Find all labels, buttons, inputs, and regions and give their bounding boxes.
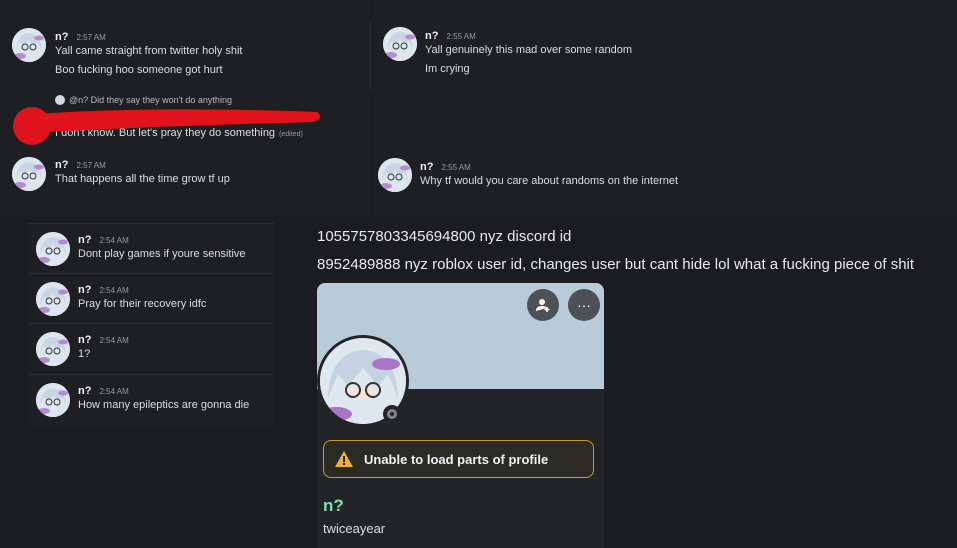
message-text: Why tf would you care about randoms on t… bbox=[420, 175, 679, 187]
message-text: How many epileptics are gonna die bbox=[78, 399, 250, 411]
message-text: Boo fucking hoo someone got hurt bbox=[55, 64, 223, 76]
anime-avatar-icon[interactable] bbox=[383, 27, 417, 61]
anime-avatar-icon[interactable] bbox=[12, 28, 46, 62]
profile-username[interactable]: twiceayear bbox=[323, 521, 385, 536]
author-name[interactable]: n? bbox=[55, 31, 68, 43]
message-timestamp: 2:57 AM bbox=[76, 33, 106, 42]
anime-avatar-icon[interactable] bbox=[12, 157, 46, 191]
warning-text: Unable to load parts of profile bbox=[364, 451, 549, 467]
profile-card[interactable]: ··· Unable to load parts of profile n? t… bbox=[317, 283, 604, 548]
anime-avatar-icon[interactable] bbox=[36, 232, 70, 266]
message-divider bbox=[28, 323, 274, 324]
anime-avatar-icon[interactable] bbox=[36, 332, 70, 366]
anime-avatar-icon[interactable] bbox=[378, 158, 412, 192]
more-options-glyph: ··· bbox=[577, 297, 591, 313]
author-name[interactable]: n? bbox=[78, 334, 91, 346]
warning-icon bbox=[335, 451, 353, 467]
message-timestamp: 2:54 AM bbox=[99, 336, 129, 345]
add-friend-icon[interactable] bbox=[527, 289, 559, 321]
annotation-roblox-id: 8952489888 nyz roblox user id, changes u… bbox=[317, 256, 915, 273]
red-scribble-redaction bbox=[13, 107, 321, 145]
message-text: Dont play games if youre sensitive bbox=[78, 248, 246, 260]
message-divider bbox=[28, 273, 274, 274]
anime-avatar-icon[interactable] bbox=[36, 383, 70, 417]
message-text: Yall genuinely this mad over some random bbox=[425, 44, 633, 56]
author-name[interactable]: n? bbox=[425, 30, 438, 42]
message-timestamp: 2:54 AM bbox=[99, 236, 129, 245]
message-text: Yall came straight from twitter holy shi… bbox=[55, 45, 243, 57]
message-timestamp: 2:55 AM bbox=[446, 32, 476, 41]
annotation-discord-id: 1055757803345694800 nyz discord id bbox=[317, 228, 572, 245]
author-name[interactable]: n? bbox=[78, 284, 91, 296]
message-divider bbox=[28, 223, 274, 224]
message-text: That happens all the time grow tf up bbox=[55, 173, 230, 185]
message-timestamp: 2:54 AM bbox=[99, 286, 129, 295]
message-divider bbox=[28, 374, 274, 375]
message-text: Im crying bbox=[425, 63, 470, 75]
status-offline-icon bbox=[383, 405, 401, 423]
message-timestamp: 2:57 AM bbox=[76, 161, 106, 170]
panel-divider-vertical bbox=[370, 20, 371, 90]
more-options-icon[interactable]: ··· bbox=[568, 289, 600, 321]
author-name[interactable]: n? bbox=[78, 234, 91, 246]
message-text: 1? bbox=[78, 348, 91, 360]
profile-load-warning: Unable to load parts of profile bbox=[323, 440, 594, 478]
profile-display-name: n? bbox=[323, 496, 344, 515]
author-name[interactable]: n? bbox=[420, 161, 433, 173]
author-name[interactable]: n? bbox=[55, 159, 68, 171]
anime-avatar-icon[interactable] bbox=[36, 282, 70, 316]
message-timestamp: 2:55 AM bbox=[441, 163, 471, 172]
author-name[interactable]: n? bbox=[78, 385, 91, 397]
message-timestamp: 2:54 AM bbox=[99, 387, 129, 396]
message-text: Pray for their recovery idfc bbox=[78, 298, 207, 310]
